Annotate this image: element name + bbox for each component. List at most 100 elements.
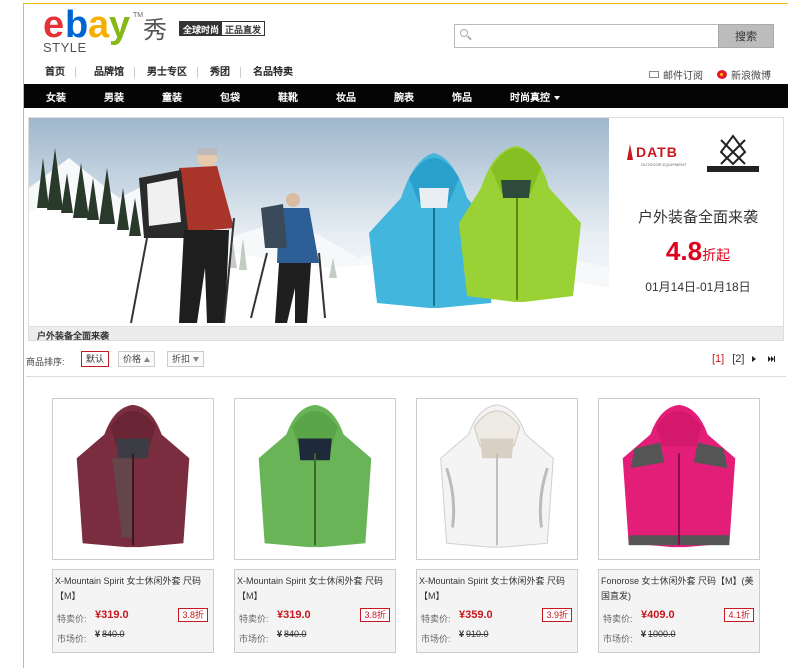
next-page-icon[interactable] xyxy=(752,356,757,362)
weibo-label: 新浪微博 xyxy=(731,71,771,82)
market-price: ¥840.0 xyxy=(277,629,307,639)
product-card[interactable]: X-Mountain Spirit 女士休闲外套 尺码【M】 特卖价: ¥319.… xyxy=(234,398,396,653)
category-item[interactable]: 饰品 xyxy=(452,89,510,104)
market-price-value: 840.0 xyxy=(102,629,125,639)
banner-caption-bar: 户外装备全面来袭 xyxy=(29,326,783,341)
product-info: X-Mountain Spirit 女士休闲外套 尺码【M】 特卖价: ¥359.… xyxy=(416,569,578,653)
discount-badge: 3.8折 xyxy=(360,608,390,622)
product-title[interactable]: X-Mountain Spirit 女士休闲外套 尺码【M】 xyxy=(55,574,211,606)
logo-tm: TM xyxy=(133,12,144,19)
promo-discount-num: 4.8 xyxy=(665,236,703,266)
sort-price-button[interactable]: 价格 xyxy=(118,351,156,367)
market-price-label: 市场价: xyxy=(57,634,87,644)
product-image[interactable] xyxy=(234,398,396,560)
product-title[interactable]: X-Mountain Spirit 女士休闲外套 尺码【M】 xyxy=(237,574,393,606)
search-icon xyxy=(460,29,468,37)
jacket-image xyxy=(76,404,190,548)
product-title[interactable]: Fonorose 女士休闲外套 尺码【M】(美国直发) xyxy=(601,574,757,606)
page-link-1[interactable]: [1] xyxy=(712,353,724,365)
datb-brand-logo: DATB OUTDOOR EQUIPMENT xyxy=(627,144,686,167)
product-image[interactable] xyxy=(416,398,578,560)
product-card[interactable]: X-Mountain Spirit 女士休闲外套 尺码【M】 特卖价: ¥319.… xyxy=(52,398,214,653)
x-mountain-logo xyxy=(707,134,759,172)
discount-badge: 4.1折 xyxy=(724,608,754,622)
top-nav-item[interactable]: 男士专区 xyxy=(147,67,198,78)
sort-discount-button[interactable]: 折扣 xyxy=(167,351,205,367)
page-link-2[interactable]: [2] xyxy=(732,353,744,365)
category-more-dropdown[interactable]: 时尚真控 xyxy=(510,89,580,104)
promo-dates: 01月14日-01月18日 xyxy=(645,280,751,294)
product-card[interactable]: Fonorose 女士休闲外套 尺码【M】(美国直发) 特卖价: ¥409.0 4.… xyxy=(598,398,760,653)
market-price-label: 市场价: xyxy=(239,634,269,644)
market-currency: ¥ xyxy=(95,629,101,639)
logo-xiu: 秀 xyxy=(143,16,167,44)
tagline-right: 正品直发 xyxy=(222,22,265,35)
market-currency: ¥ xyxy=(641,629,647,639)
banner-caption: 户外装备全面来袭 xyxy=(37,331,110,341)
sort-price-label: 价格 xyxy=(123,354,142,364)
category-item[interactable]: 腕表 xyxy=(394,89,452,104)
logo-style: STYLE xyxy=(43,40,87,55)
market-price: ¥1000.0 xyxy=(641,629,676,639)
category-item[interactable]: 男装 xyxy=(104,89,162,104)
tagline-badge: 全球时尚 正品直发 xyxy=(179,21,266,36)
weibo-icon xyxy=(717,70,727,79)
product-image[interactable] xyxy=(52,398,214,560)
product-info: X-Mountain Spirit 女士休闲外套 尺码【M】 特卖价: ¥319.… xyxy=(234,569,396,653)
search-input[interactable] xyxy=(454,24,718,48)
product-image[interactable] xyxy=(598,398,760,560)
search-button[interactable]: 搜索 xyxy=(718,24,774,48)
sort-bar: 商品排序: 默认 价格 折扣 [1] [2] xyxy=(26,350,786,372)
category-item[interactable]: 妆品 xyxy=(336,89,394,104)
top-nav-item[interactable]: 品牌馆 xyxy=(94,67,135,78)
arrow-down-icon xyxy=(193,357,200,363)
category-bar: 女装 男装 童装 包袋 鞋靴 妆品 腕表 饰品 时尚真控 xyxy=(24,84,788,108)
top-nav-item[interactable]: 首页 xyxy=(45,67,76,78)
category-item[interactable]: 包袋 xyxy=(220,89,278,104)
sort-default-button[interactable]: 默认 xyxy=(81,351,110,367)
discount-badge: 3.9折 xyxy=(542,608,572,622)
category-item[interactable]: 童装 xyxy=(162,89,220,104)
sale-price-label: 特卖价: xyxy=(57,614,87,624)
product-card[interactable]: X-Mountain Spirit 女士休闲外套 尺码【M】 特卖价: ¥359.… xyxy=(416,398,578,653)
market-price-label: 市场价: xyxy=(421,634,451,644)
market-price-value: 1000.0 xyxy=(648,629,676,639)
sale-price-label: 特卖价: xyxy=(239,614,269,624)
brand-subtitle: OUTDOOR EQUIPMENT xyxy=(641,162,687,167)
category-more-label: 时尚真控 xyxy=(510,92,550,104)
pagination: [1] [2] xyxy=(712,353,776,365)
promo-panel: DATB OUTDOOR EQUIPMENT 户外装备全面来袭 4.8折起 01… xyxy=(611,118,783,326)
product-info: Fonorose 女士休闲外套 尺码【M】(美国直发) 特卖价: ¥409.0 4.… xyxy=(598,569,760,653)
top-nav-item[interactable]: 名品特卖 xyxy=(253,67,303,78)
market-price-value: 910.0 xyxy=(466,629,489,639)
promo-discount-unit: 折起 xyxy=(702,247,731,263)
market-currency: ¥ xyxy=(459,629,465,639)
sale-price: ¥319.0 xyxy=(277,609,311,621)
sale-price: ¥319.0 xyxy=(95,609,129,621)
discount-badge: 3.8折 xyxy=(178,608,208,622)
promo-discount: 4.8折起 xyxy=(611,236,783,267)
top-nav-item[interactable]: 秀团 xyxy=(210,67,241,78)
arrow-up-icon xyxy=(144,357,151,363)
sort-discount-label: 折扣 xyxy=(172,354,191,364)
jacket-image xyxy=(622,404,736,548)
product-info: X-Mountain Spirit 女士休闲外套 尺码【M】 特卖价: ¥319.… xyxy=(52,569,214,653)
promo-banner[interactable]: DATB OUTDOOR EQUIPMENT 户外装备全面来袭 4.8折起 01… xyxy=(28,117,784,341)
category-item[interactable]: 女装 xyxy=(46,89,104,104)
tower-icon xyxy=(627,144,633,160)
last-page-icon[interactable] xyxy=(768,356,776,362)
ebay-style-logo[interactable]: e b a y TM 秀 STYLE xyxy=(43,4,173,58)
sale-price-label: 特卖价: xyxy=(603,614,633,624)
sort-label: 商品排序: xyxy=(26,357,65,367)
jacket-image xyxy=(440,404,554,548)
market-price: ¥840.0 xyxy=(95,629,125,639)
sale-price: ¥409.0 xyxy=(641,609,675,621)
subscribe-link[interactable]: 邮件订阅 xyxy=(649,67,703,82)
tagline-left: 全球时尚 xyxy=(180,22,223,35)
category-item[interactable]: 鞋靴 xyxy=(278,89,336,104)
product-title[interactable]: X-Mountain Spirit 女士休闲外套 尺码【M】 xyxy=(419,574,575,606)
banner-scene-image xyxy=(29,118,609,328)
mail-icon xyxy=(649,71,659,78)
weibo-link[interactable]: 新浪微博 xyxy=(717,67,771,82)
market-currency: ¥ xyxy=(277,629,283,639)
